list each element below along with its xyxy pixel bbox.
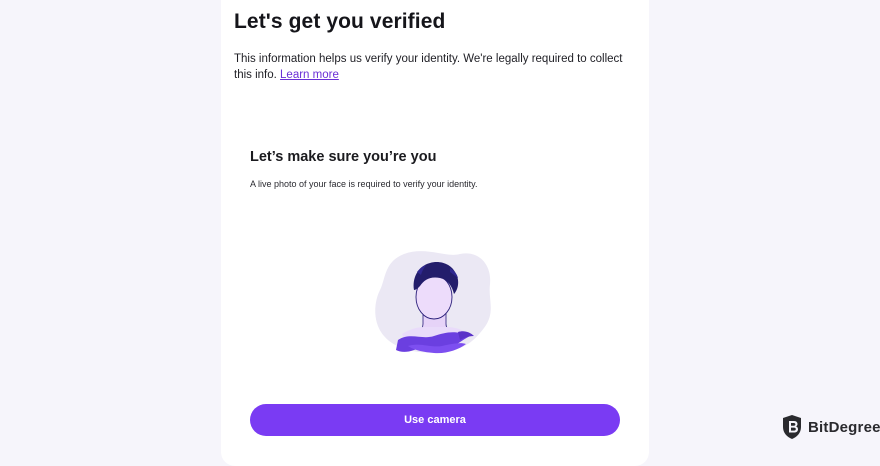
watermark: BitDegree <box>781 414 880 440</box>
page-title: Let's get you verified <box>234 10 446 33</box>
selfie-section-description: A live photo of your face is required to… <box>250 179 478 189</box>
intro-text: This information helps us verify your id… <box>234 51 634 83</box>
selfie-section-title: Let’s make sure you’re you <box>250 149 437 165</box>
use-camera-button[interactable]: Use camera <box>250 404 620 436</box>
learn-more-link[interactable]: Learn more <box>280 69 339 81</box>
watermark-text: BitDegree <box>808 418 880 436</box>
bitdegree-shield-icon <box>783 415 801 439</box>
verification-card: Let's get you verified This information … <box>221 0 649 466</box>
face-portrait-icon <box>375 251 491 354</box>
